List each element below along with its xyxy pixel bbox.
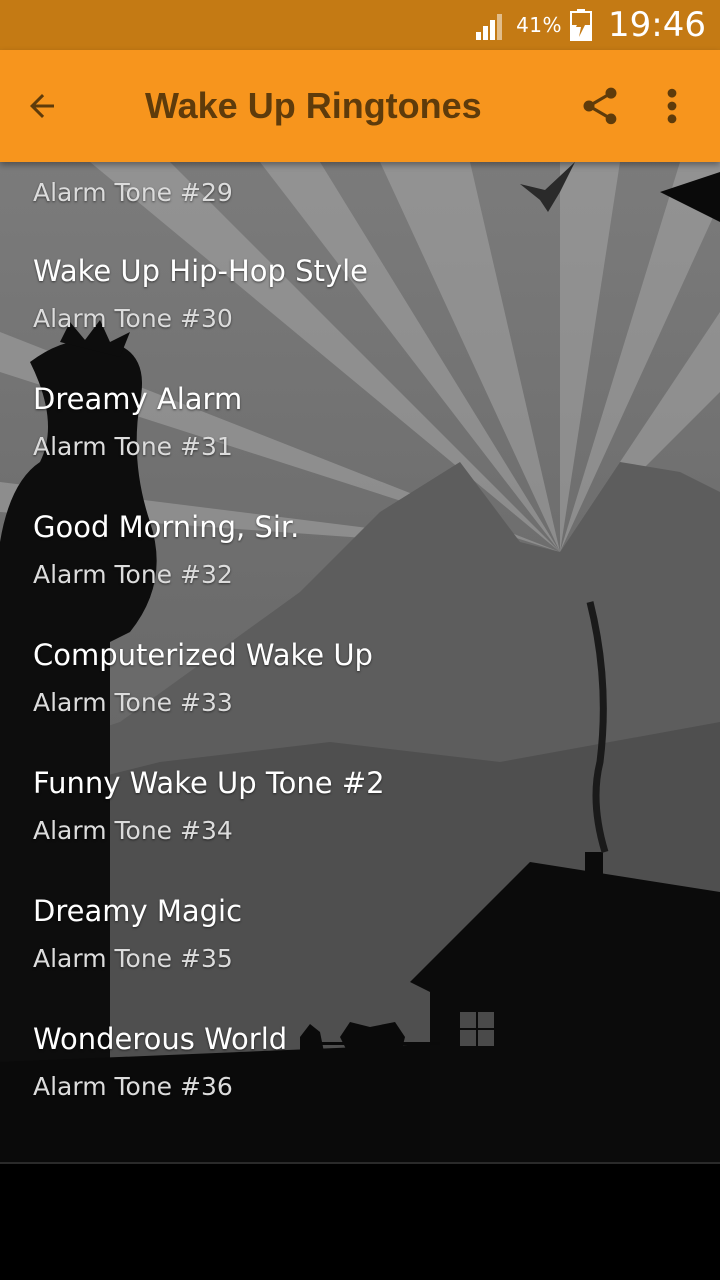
list-item[interactable]: Wonderous World Alarm Tone #36 <box>0 1022 720 1150</box>
item-subtitle: Alarm Tone #34 <box>33 816 233 845</box>
status-bar: 41% 19:46 <box>0 0 720 50</box>
list-item[interactable]: Dreamy Alarm Alarm Tone #31 <box>0 382 720 510</box>
list-item[interactable]: Computerized Wake Up Alarm Tone #33 <box>0 638 720 766</box>
list-item[interactable]: Funny Wake Up Tone #2 Alarm Tone #34 <box>0 766 720 894</box>
share-icon <box>583 87 617 125</box>
app-bar: Wake Up Ringtones <box>0 50 720 162</box>
item-title: Dreamy Alarm <box>33 382 243 416</box>
item-subtitle: Alarm Tone #35 <box>33 944 233 973</box>
battery-charging-icon <box>570 9 593 41</box>
bottom-empty-area <box>0 1164 720 1280</box>
app-title: Wake Up Ringtones <box>145 85 482 126</box>
ringtone-list-container[interactable]: Alarm Tone #29 Wake Up Hip-Hop Style Ala… <box>0 162 720 1162</box>
item-title: Computerized Wake Up <box>33 638 373 672</box>
status-icons: 41% 19:46 <box>474 0 706 50</box>
item-subtitle: Alarm Tone #32 <box>33 560 233 589</box>
signal-icon <box>476 14 503 40</box>
more-vert-icon <box>667 88 677 124</box>
item-subtitle: Alarm Tone #31 <box>33 432 233 461</box>
list-item[interactable]: Dreamy Magic Alarm Tone #35 <box>0 894 720 1022</box>
item-title: Wake Up Hip-Hop Style <box>33 254 369 288</box>
share-button[interactable] <box>578 84 626 132</box>
item-title: Wonderous World <box>33 1022 288 1056</box>
list-item[interactable]: Good Morning, Sir. Alarm Tone #32 <box>0 510 720 638</box>
item-subtitle: Alarm Tone #29 <box>33 178 233 207</box>
item-subtitle: Alarm Tone #36 <box>33 1072 233 1101</box>
ringtone-list: Alarm Tone #29 Wake Up Hip-Hop Style Ala… <box>0 162 720 1162</box>
list-item-partial[interactable]: Alarm Tone #29 <box>0 162 720 226</box>
arrow-back-icon <box>30 94 54 118</box>
clock: 19:46 <box>608 5 706 45</box>
battery-percent: 41% <box>516 13 563 37</box>
more-options-button[interactable] <box>656 84 688 132</box>
item-title: Good Morning, Sir. <box>33 510 300 544</box>
item-subtitle: Alarm Tone #30 <box>33 304 233 333</box>
item-title: Dreamy Magic <box>33 894 243 928</box>
item-title: Funny Wake Up Tone #2 <box>33 766 385 800</box>
back-button[interactable] <box>24 82 88 130</box>
list-item[interactable]: Wake Up Hip-Hop Style Alarm Tone #30 <box>0 254 720 382</box>
item-subtitle: Alarm Tone #33 <box>33 688 233 717</box>
